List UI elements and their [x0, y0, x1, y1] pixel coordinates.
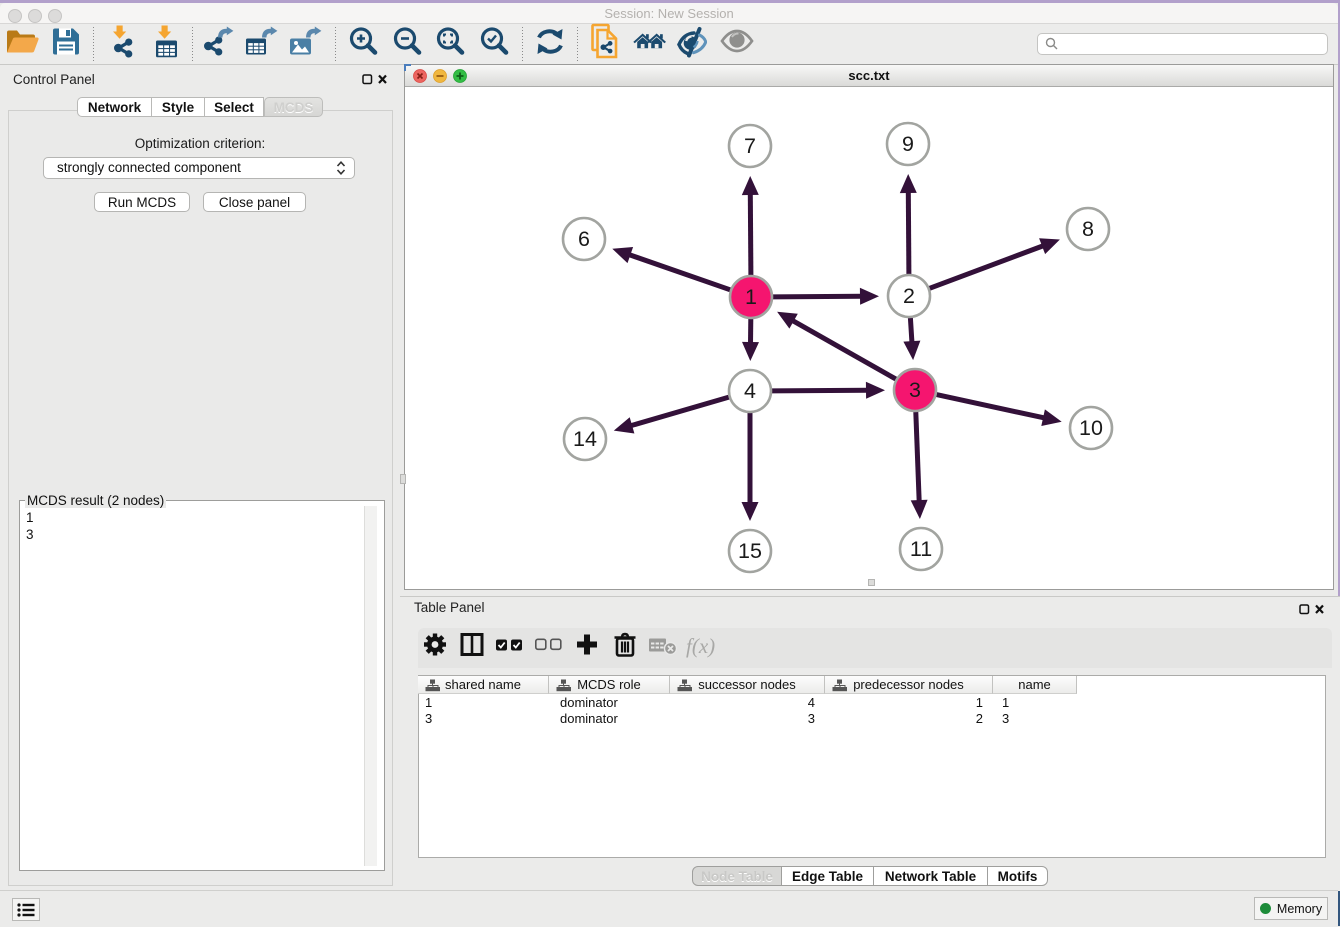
svg-text:1: 1	[745, 285, 757, 309]
svg-text:7: 7	[744, 134, 756, 158]
svg-text:9: 9	[902, 132, 914, 156]
svg-text:14: 14	[573, 427, 597, 451]
svg-text:11: 11	[910, 537, 932, 561]
svg-text:10: 10	[1079, 416, 1103, 440]
svg-text:6: 6	[578, 227, 590, 251]
svg-text:15: 15	[738, 539, 762, 563]
svg-text:3: 3	[909, 378, 921, 402]
svg-text:2: 2	[903, 284, 915, 308]
svg-text:4: 4	[744, 379, 756, 403]
svg-text:8: 8	[1082, 217, 1094, 241]
